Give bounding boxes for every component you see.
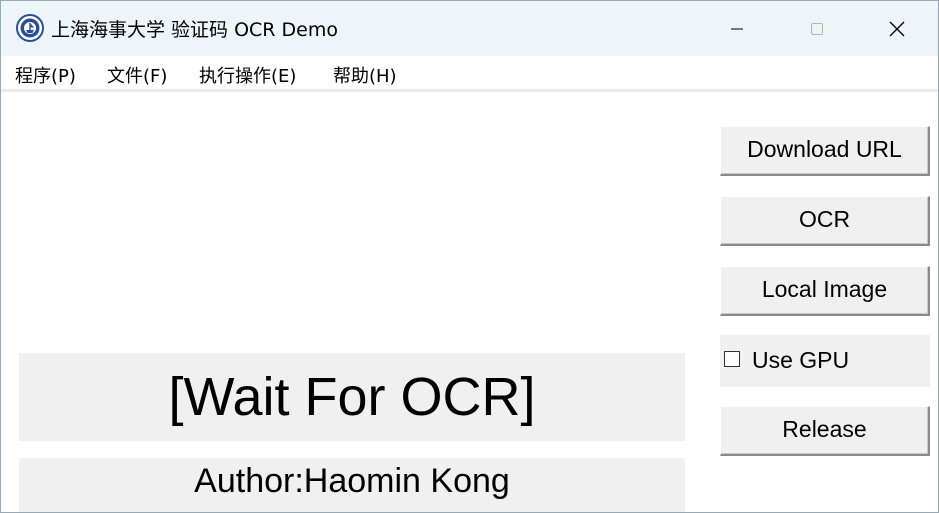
maximize-button[interactable] [777, 1, 857, 56]
close-icon [889, 21, 905, 36]
close-button[interactable] [857, 1, 937, 56]
ocr-button[interactable]: OCR [720, 196, 930, 246]
menu-file[interactable]: 文件(F) [107, 62, 167, 88]
title-bar[interactable]: 上海海事大学 验证码 OCR Demo [1, 1, 938, 56]
local-image-button[interactable]: Local Image [720, 266, 930, 316]
release-button[interactable]: Release [720, 406, 930, 456]
use-gpu-checkbox[interactable] [724, 351, 740, 367]
ocr-result-text: [Wait For OCR] [168, 367, 536, 427]
use-gpu-option[interactable]: Use GPU [720, 335, 930, 387]
maximize-icon [811, 22, 823, 35]
menu-execute[interactable]: 执行操作(E) [199, 62, 296, 88]
menu-program[interactable]: 程序(P) [15, 62, 76, 88]
author-panel: Author:Haomin Kong [19, 458, 685, 512]
minimize-button[interactable] [697, 1, 777, 56]
window-title: 上海海事大学 验证码 OCR Demo [51, 19, 338, 41]
menu-divider [1, 89, 938, 92]
author-text: Author:Haomin Kong [194, 461, 510, 500]
menu-help[interactable]: 帮助(H) [333, 62, 397, 88]
app-window: 上海海事大学 验证码 OCR Demo 程序(P) 文件(F) 执行操作(E) … [0, 0, 939, 513]
use-gpu-label[interactable]: Use GPU [752, 347, 849, 374]
download-url-button[interactable]: Download URL [720, 126, 930, 176]
university-emblem-icon [16, 14, 44, 42]
minimize-icon [731, 28, 743, 29]
ocr-result-panel: [Wait For OCR] [19, 353, 685, 441]
